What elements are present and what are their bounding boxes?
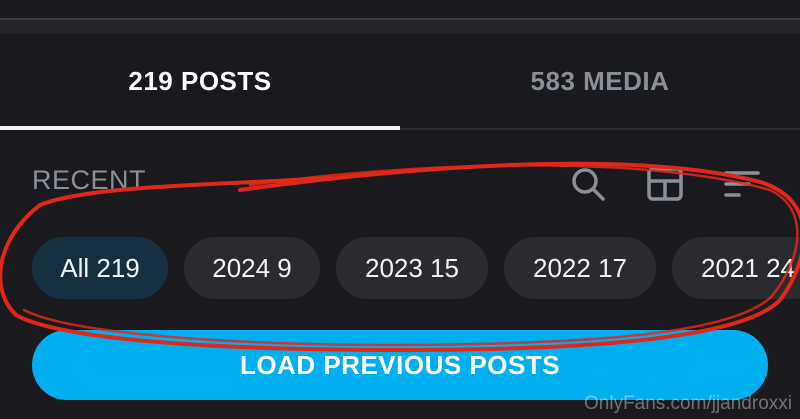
tab-posts[interactable]: 219 POSTS xyxy=(0,34,400,130)
tab-media[interactable]: 583 MEDIA xyxy=(400,34,800,128)
section-label-recent: RECENT xyxy=(32,165,147,195)
year-filter-chips: All 219 2024 9 2023 15 2022 17 2021 24 xyxy=(32,237,800,299)
content-tabs: 219 POSTS 583 MEDIA xyxy=(0,34,800,130)
chip-2022[interactable]: 2022 17 xyxy=(504,237,656,299)
chip-2023[interactable]: 2023 15 xyxy=(336,237,488,299)
header-band xyxy=(0,20,800,34)
grid-icon[interactable] xyxy=(645,164,685,204)
search-icon[interactable] xyxy=(568,164,608,204)
chip-2024[interactable]: 2024 9 xyxy=(184,237,320,299)
load-previous-posts-button[interactable]: LOAD PREVIOUS POSTS xyxy=(32,330,768,400)
chip-2021[interactable]: 2021 24 xyxy=(672,237,800,299)
sort-icon[interactable] xyxy=(722,164,762,204)
watermark-text: OnlyFans.com/jjandroxxi xyxy=(583,393,792,414)
chip-all[interactable]: All 219 xyxy=(32,237,168,299)
